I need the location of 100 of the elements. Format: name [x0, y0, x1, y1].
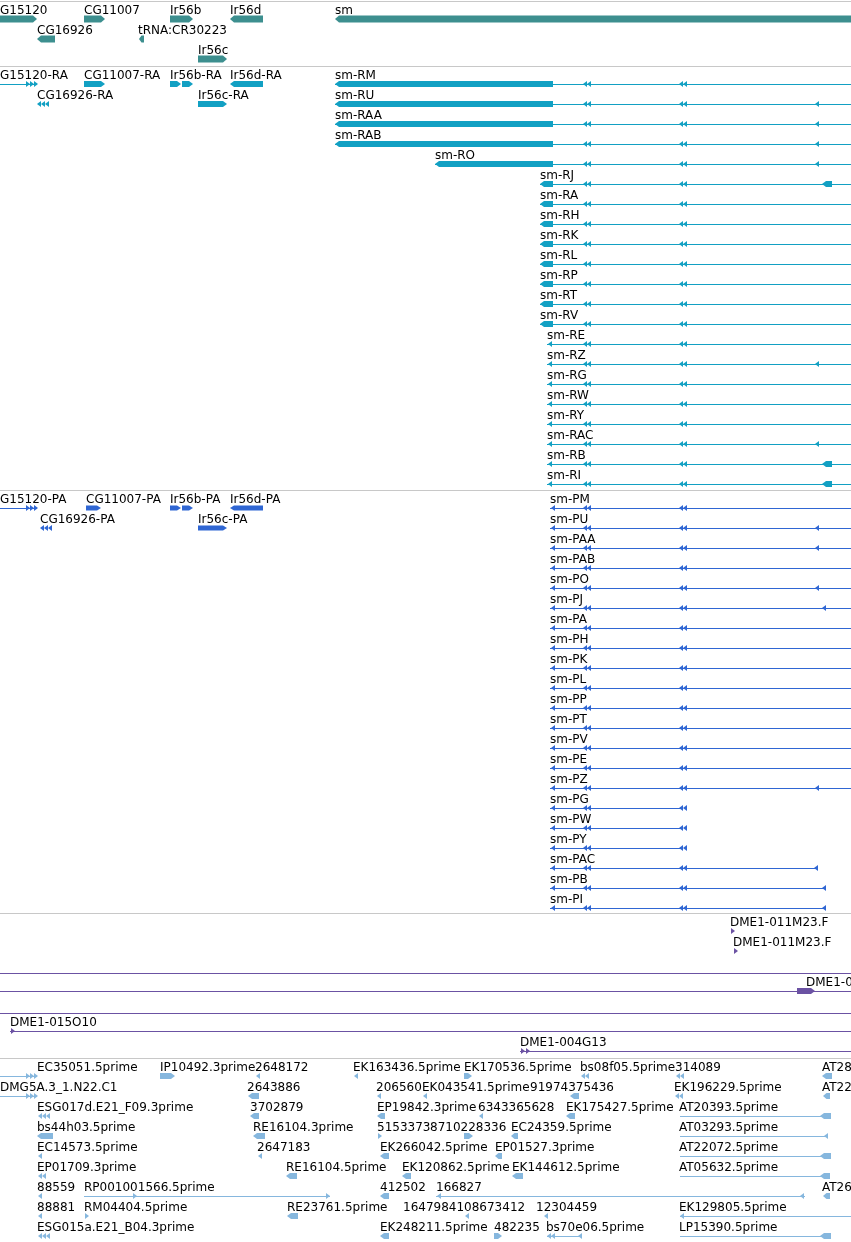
feature-label: bs08f05.5prime: [580, 1061, 676, 1074]
feature-label: sm-RAC: [547, 429, 594, 442]
feature-label: sm-RZ: [547, 349, 586, 362]
feature-label: sm-PI: [550, 893, 584, 906]
feature-label: bs44h03.5prime: [37, 1121, 136, 1134]
feature-label: AT22072.5prime: [679, 1141, 779, 1154]
feature-label: DME1-015O10: [10, 1016, 97, 1029]
feature-label: DME1-004G13: [520, 1036, 607, 1049]
feature-label: sm-RL: [540, 249, 578, 262]
feature-label: sm-RP: [540, 269, 578, 282]
feature-label: 166827: [436, 1181, 482, 1194]
feature-label: DME1-011M23.F: [733, 936, 832, 949]
feature-label: sm-PU: [550, 513, 589, 526]
feature-label: EK175427.5prime: [566, 1101, 674, 1114]
feature-label: sm-PV: [550, 733, 588, 746]
feature-label: ESG015a.E21_B04.3prime: [37, 1221, 195, 1234]
feature-label: AT20393.5prime: [679, 1101, 779, 1114]
feature-label: 8710228336: [430, 1121, 507, 1134]
feature-label: AT26: [822, 1181, 851, 1194]
feature-label: Ir56b-RA: [170, 69, 222, 82]
feature-label: IP10492.3prime: [160, 1061, 256, 1074]
feature-label: sm-RG: [547, 369, 587, 382]
feature-label: sm-PA: [550, 613, 587, 626]
feature-label: EP01527.3prime: [495, 1141, 595, 1154]
feature-label: sm-RT: [540, 289, 578, 302]
feature-label: EK266042.5prime: [380, 1141, 488, 1154]
feature-label: sm: [335, 4, 353, 17]
feature-label: RE23761.5prime: [287, 1201, 388, 1214]
feature-label: sm-RU: [335, 89, 375, 102]
feature-label: Ir56d-PA: [230, 493, 281, 506]
feature-label: sm-PJ: [550, 593, 584, 606]
feature-label: G15120-RA: [0, 69, 68, 82]
feature-label: sm-RK: [540, 229, 579, 242]
feature-label: sm-PZ: [550, 773, 588, 786]
feature-label: 2643886: [247, 1081, 301, 1094]
feature-label: sm-RA: [540, 189, 579, 202]
feature-label: EC24359.5prime: [511, 1121, 612, 1134]
feature-label: CG16926-RA: [37, 89, 114, 102]
feature-label: EK043541.5prime: [422, 1081, 530, 1094]
feature-label: DME1-011M23.F: [730, 916, 829, 929]
feature-label: sm-RAB: [335, 129, 382, 142]
feature-label: EK196229.5prime: [674, 1081, 782, 1094]
feature-label: Ir56d-RA: [230, 69, 282, 82]
feature-label: sm-RO: [435, 149, 476, 162]
feature-label: 482235: [494, 1221, 540, 1234]
feature-label: DMG5A.3_1.N22.C1: [0, 1081, 118, 1094]
feature-label: sm-PM: [550, 493, 590, 506]
feature-label: sm-RH: [540, 209, 580, 222]
feature-label: sm-RE: [547, 329, 586, 342]
feature-label: EC14573.5prime: [37, 1141, 138, 1154]
feature-label: sm-PB: [550, 873, 588, 886]
feature-label: ESG017d.E21_F09.3prime: [37, 1101, 194, 1114]
feature-label: sm-PAC: [550, 853, 596, 866]
feature-label: G15120: [0, 4, 48, 17]
feature-label: 3702879: [250, 1101, 304, 1114]
feature-label: 206560: [376, 1081, 422, 1094]
feature-label: 91974375436: [530, 1081, 614, 1094]
feature-label: CG16926-PA: [40, 513, 115, 526]
feature-label: AT22: [822, 1081, 851, 1094]
feature-label: RE16104.5prime: [286, 1161, 387, 1174]
feature-label: sm-PY: [550, 833, 587, 846]
feature-label: 12304459: [536, 1201, 598, 1214]
feature-label: sm-PT: [550, 713, 587, 726]
feature-label: Ir56b: [170, 4, 202, 17]
feature-label: sm-RAA: [335, 109, 382, 122]
feature-label: sm-RM: [335, 69, 376, 82]
feature-label: sm-RJ: [540, 169, 575, 182]
feature-label: CG16926: [37, 24, 93, 37]
feature-label: sm-PK: [550, 653, 588, 666]
feature-label: tRNA:CR30223: [138, 24, 227, 37]
feature-label: EK120862.5prime: [402, 1161, 510, 1174]
feature-label: Ir56c-RA: [198, 89, 249, 102]
feature-label: bs70e06.5prime: [546, 1221, 645, 1234]
feature-label: EK129805.5prime: [679, 1201, 787, 1214]
feature-label: 5153373: [377, 1121, 431, 1134]
feature-label: LP15390.5prime: [679, 1221, 778, 1234]
feature-label: sm-PH: [550, 633, 589, 646]
feature-label: Ir56c-PA: [198, 513, 248, 526]
feature-label: sm-PAB: [550, 553, 596, 566]
feature-label: sm-RI: [547, 469, 582, 482]
feature-label: 2648172: [255, 1061, 309, 1074]
feature-label: EK170536.5prime: [464, 1061, 572, 1074]
feature-label: CG11007-PA: [86, 493, 161, 506]
feature-label: 88559: [37, 1181, 76, 1194]
feature-label: sm-PAA: [550, 533, 596, 546]
feature-label: EK144612.5prime: [512, 1161, 620, 1174]
feature-label: RM04404.5prime: [84, 1201, 188, 1214]
feature-label: sm-PW: [550, 813, 592, 826]
feature-label: 412502: [380, 1181, 426, 1194]
feature-label: Ir56b-PA: [170, 493, 221, 506]
feature-label: EK163436.5prime: [353, 1061, 461, 1074]
feature-label: sm-PG: [550, 793, 589, 806]
feature-label: sm-RV: [540, 309, 579, 322]
feature-label: Ir56d: [230, 4, 262, 17]
feature-label: sm-RB: [547, 449, 586, 462]
feature-label: AT03293.5prime: [679, 1121, 779, 1134]
feature-label: EP19842.3prime: [377, 1101, 477, 1114]
feature-label: RP001001566.5prime: [84, 1181, 215, 1194]
feature-label: EK248211.5prime: [380, 1221, 488, 1234]
feature-label: 2647183: [257, 1141, 311, 1154]
